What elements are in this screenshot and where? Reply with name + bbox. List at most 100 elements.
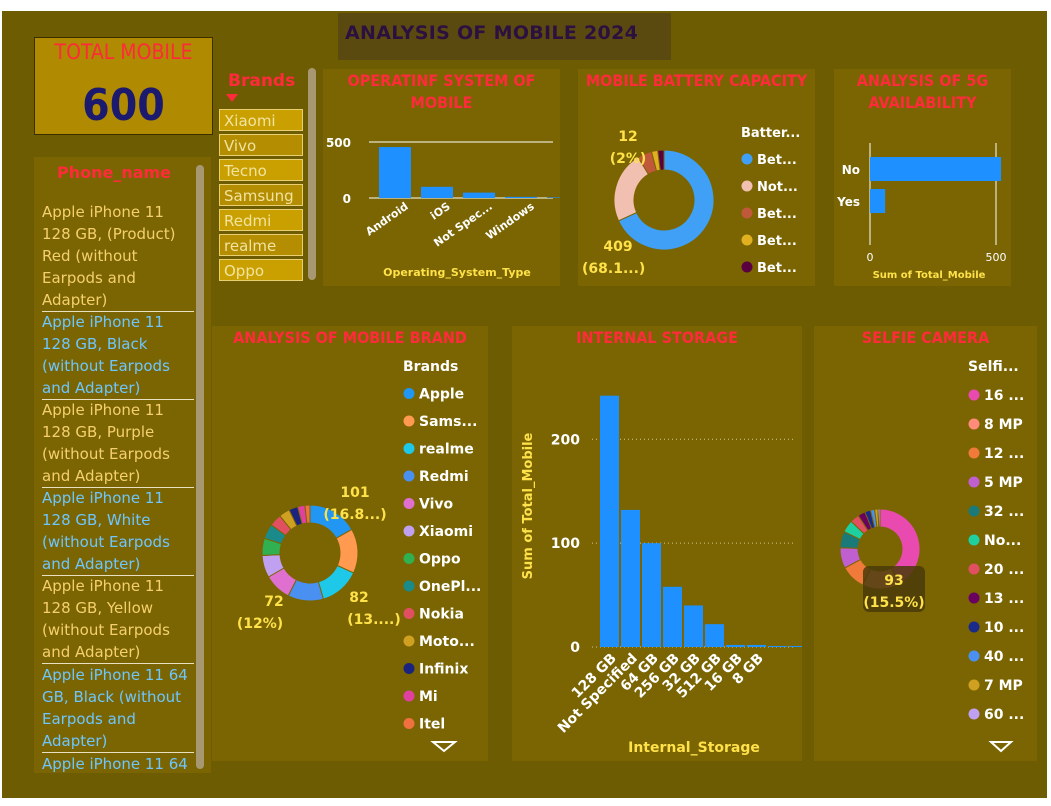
brand-chart: Brands Apple Sams... realme Redmi Vivo Xiaomi O… [237, 359, 481, 753]
legend-marker [403, 553, 415, 564]
bar [684, 605, 703, 647]
data-label: 101 [340, 485, 369, 501]
legend-label: No... [984, 533, 1021, 549]
scroll-down-icon [988, 741, 1014, 753]
legend-label: 60 ... [984, 707, 1024, 723]
legend-label: Apple [419, 387, 464, 403]
legend-marker [968, 708, 980, 720]
brand-slicer-header: Brands [228, 71, 296, 91]
legend-marker [741, 261, 753, 273]
legend-marker [403, 525, 415, 537]
legend-label: Bet... [757, 234, 797, 249]
list-item[interactable]: Apple iPhone 11 128 GB, Yellow (without … [42, 575, 194, 664]
legend-marker [403, 718, 415, 729]
data-label: 12 [618, 129, 637, 145]
os-chart: 5000Android iOSNot Spec...WindowsOperatin… [326, 136, 560, 279]
bar [789, 645, 802, 647]
legend-label: Bet... [757, 261, 797, 276]
list-item[interactable]: Apple iPhone 11 64 GB, Black (without Ea… [42, 664, 194, 753]
brand-slicer-item[interactable]: realme [219, 234, 303, 256]
legend-label: Itel [419, 717, 445, 733]
legend-label: realme [419, 442, 474, 458]
bar [747, 644, 766, 647]
legend-label: Oppo [419, 552, 461, 568]
legend-label: Bet... [757, 153, 797, 168]
data-label: 93 [884, 573, 903, 589]
bar [663, 586, 682, 647]
y-tick-label: 0 [343, 192, 351, 206]
x-tick-label: 0 [867, 251, 874, 264]
legend-marker [403, 443, 415, 454]
brand-slicer-item[interactable]: Vivo [219, 134, 303, 156]
x-tick-label: 500 [986, 251, 1007, 264]
phone-list-scrollbar[interactable] [196, 165, 204, 769]
bar [505, 196, 537, 198]
x-axis-title: Internal_Storage [628, 740, 760, 756]
legend-label: 13 ... [984, 591, 1024, 607]
legend-label: Moto... [419, 634, 475, 650]
selfie-chart: Selfi... 16 ... 8 MP 12 ... 5 MP 32 ... No... 2… [839, 359, 1024, 753]
bar [600, 395, 619, 647]
list-item[interactable]: Apple iPhone 11 128 GB, Black (without E… [42, 311, 194, 400]
legend-label: 7 MP [984, 678, 1023, 694]
bar [705, 624, 724, 647]
legend-label: Sams... [419, 414, 477, 430]
sort-arrow-icon[interactable] [226, 94, 238, 104]
list-item[interactable]: Apple iPhone 11 128 GB, (Product) Red (w… [42, 201, 194, 312]
legend-marker [968, 650, 980, 662]
legend-marker [403, 498, 415, 509]
brand-slicer-item[interactable]: Oppo [219, 259, 303, 281]
legend-label: 16 ... [984, 388, 1024, 404]
brand-slicer-item[interactable]: Redmi [219, 209, 303, 231]
y-tick-label: 100 [551, 536, 580, 552]
brand-slicer-item[interactable]: Tecno [219, 159, 303, 181]
legend-label: 10 ... [984, 620, 1024, 636]
legend-marker [968, 389, 980, 401]
legend-marker [741, 180, 753, 192]
storage-chart: 2001000128 GBNot Specified64 GB256 GB32 … [521, 395, 802, 756]
legend-marker [968, 418, 980, 430]
y-tick-label: 200 [551, 432, 580, 448]
legend-marker [968, 476, 980, 488]
kpi-card: TOTAL MOBILE 600 [34, 37, 213, 135]
legend-title: Selfi... [968, 359, 1019, 375]
bar [768, 645, 787, 647]
legend-title: Batter... [741, 126, 800, 141]
data-label: (2%) [610, 151, 647, 167]
legend-marker [403, 608, 415, 619]
legend-label: Not... [757, 180, 798, 195]
legend-label: 12 ... [984, 446, 1024, 462]
legend-label: 5 MP [984, 475, 1023, 491]
list-item[interactable]: Apple iPhone 11 64 [42, 753, 194, 773]
legend-marker [403, 580, 415, 592]
brand-slicer-scrollbar[interactable] [308, 68, 316, 280]
bar [621, 509, 640, 647]
list-item[interactable]: Apple iPhone 11 128 GB, Purple (without … [42, 399, 194, 488]
y-tick-label: 500 [326, 136, 351, 150]
x-tick-label: iOS [428, 200, 453, 223]
list-item[interactable]: Apple iPhone 11 128 GB, White (without E… [42, 487, 194, 576]
data-label: 82 [349, 590, 368, 606]
legend-marker [968, 447, 980, 459]
data-label: (12%) [237, 616, 283, 632]
legend-marker [403, 663, 415, 674]
legend-label: 40 ... [984, 649, 1024, 665]
y-tick-label: Yes [836, 195, 860, 209]
legend-label: Nokia [419, 607, 464, 623]
legend-label: OnePl... [419, 579, 481, 595]
legend-label: Vivo [419, 497, 454, 513]
y-axis-title: Sum of Total_Mobile [521, 432, 536, 579]
legend-label: Bet... [757, 207, 797, 222]
legend-marker [968, 621, 980, 633]
brand-slicer-item[interactable]: Xiaomi [219, 109, 303, 131]
legend-marker [403, 415, 415, 427]
scroll-down-icon [430, 741, 458, 753]
x-tick-label: Android [363, 200, 410, 239]
bar [463, 192, 495, 198]
legend-label: Mi [419, 689, 438, 705]
legend-label: Infinix [419, 662, 468, 678]
data-label: (13....) [347, 612, 401, 628]
bar [870, 157, 1002, 181]
x-axis-title: Sum of Total_Mobile [873, 270, 986, 281]
brand-slicer-item[interactable]: Samsung [219, 184, 303, 206]
